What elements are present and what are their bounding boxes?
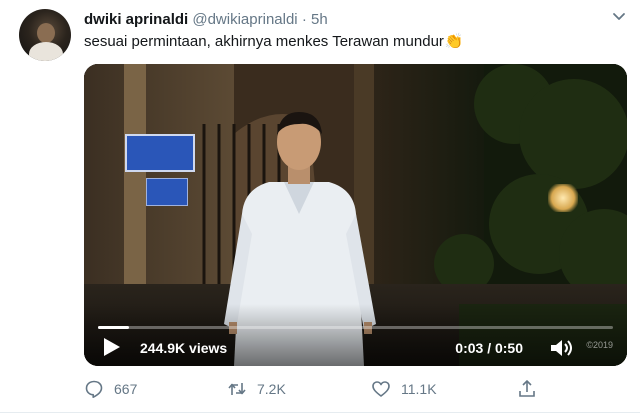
avatar[interactable] xyxy=(19,9,71,61)
avatar-face xyxy=(37,23,55,43)
display-name[interactable]: dwiki aprinaldi xyxy=(84,11,188,28)
volume-muted-icon[interactable] xyxy=(549,337,575,359)
video-player[interactable]: 244.9K views 0:03 / 0:50 ©2019 xyxy=(84,64,627,366)
share-button[interactable] xyxy=(517,377,537,401)
reply-count: 667 xyxy=(114,381,138,397)
video-time-readout: 0:03 / 0:50 xyxy=(455,340,523,356)
clapping-hands-emoji: 👏 xyxy=(444,33,464,50)
like-count: 11.1K xyxy=(401,381,437,397)
reply-icon xyxy=(85,380,103,398)
play-icon[interactable] xyxy=(100,336,122,358)
user-handle[interactable]: @dwikiaprinaldi xyxy=(192,11,297,28)
tweet-header: dwiki aprinaldi @dwikiaprinaldi · 5h xyxy=(84,11,328,28)
tweet-actions: 667 7.2K 11.1K xyxy=(84,377,564,401)
chevron-down-icon[interactable] xyxy=(612,10,626,24)
tweet-card[interactable]: dwiki aprinaldi @dwikiaprinaldi · 5h ses… xyxy=(0,0,640,416)
building-sign xyxy=(125,134,195,172)
tweet-text-body: sesuai permintaan, akhirnya menkes Teraw… xyxy=(84,33,444,50)
tweet-timestamp[interactable]: 5h xyxy=(311,11,328,28)
retweet-button[interactable]: 7.2K xyxy=(227,377,286,401)
video-progress-fill xyxy=(98,326,129,329)
tweet-divider xyxy=(0,412,640,413)
like-button[interactable]: 11.1K xyxy=(371,377,437,401)
separator-dot: · xyxy=(301,11,307,28)
heart-icon xyxy=(372,381,390,397)
wall-lamp xyxy=(548,184,578,212)
tweet-text: sesuai permintaan, akhirnya menkes Teraw… xyxy=(84,32,464,50)
video-controls: 244.9K views 0:03 / 0:50 ©2019 xyxy=(84,304,627,366)
retweet-count: 7.2K xyxy=(257,381,286,397)
share-icon xyxy=(519,380,535,397)
video-progress-bar[interactable] xyxy=(98,326,613,329)
reply-button[interactable]: 667 xyxy=(84,377,137,401)
small-sign xyxy=(146,178,188,206)
retweet-icon xyxy=(228,383,246,395)
view-count: 244.9K views xyxy=(140,340,228,356)
video-watermark: ©2019 xyxy=(586,340,613,350)
avatar-body xyxy=(29,42,63,61)
